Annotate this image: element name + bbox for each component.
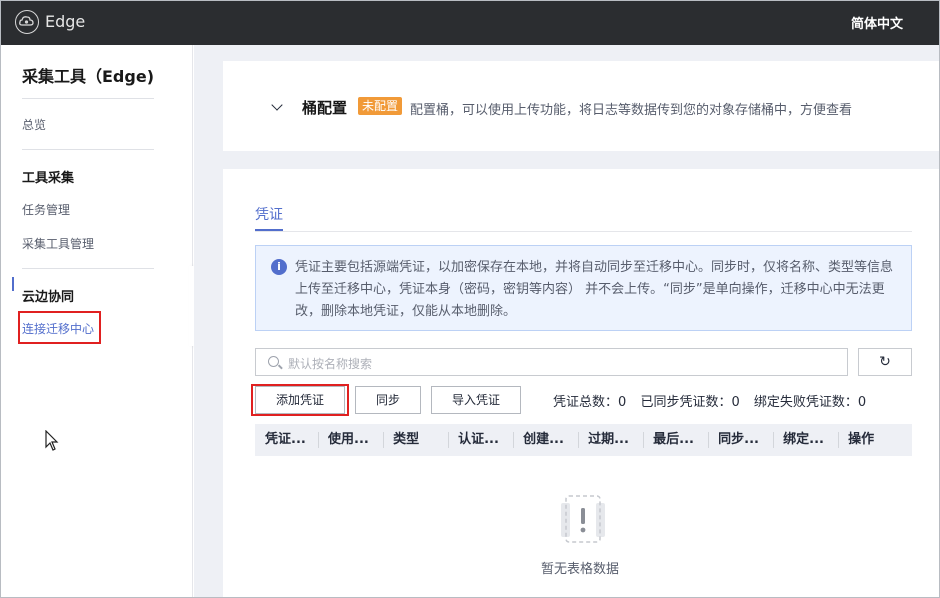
bucket-config-title[interactable]: 桶配置 xyxy=(302,97,347,118)
column-header[interactable]: 使用... xyxy=(318,424,383,456)
refresh-button[interactable]: ↻ xyxy=(858,348,912,376)
active-indicator xyxy=(12,277,14,291)
column-header[interactable]: 凭证... xyxy=(255,424,318,456)
sidebar-divider xyxy=(22,268,154,269)
column-header: 操作 xyxy=(838,424,912,456)
refresh-icon: ↻ xyxy=(879,354,891,370)
column-header[interactable]: 同步... xyxy=(708,424,773,456)
sync-button[interactable]: 同步 xyxy=(355,386,421,414)
language-switcher[interactable]: 简体中文 xyxy=(851,13,903,32)
status-badge: 未配置 xyxy=(358,97,403,115)
empty-state-text: 暂无表格数据 xyxy=(541,562,620,577)
app-window: Edge 简体中文 采集工具（Edge) 总览 工具采集 任务管理 采集工具管理… xyxy=(0,0,940,598)
search-input[interactable]: 默认按名称搜索 xyxy=(255,348,848,376)
tab-divider xyxy=(255,231,912,232)
info-text: 凭证主要包括源端凭证，以加密保存在本地，并将自动同步至迁移中心。同步时，仅将名称… xyxy=(295,260,894,319)
column-header[interactable]: 绑定... xyxy=(773,424,838,456)
highlight-box xyxy=(251,384,349,416)
search-icon xyxy=(268,356,279,367)
column-header[interactable]: 过期... xyxy=(578,424,643,456)
sidebar-divider xyxy=(22,98,154,99)
edge-logo-icon xyxy=(15,10,39,34)
bucket-config-description: 配置桶，可以使用上传功能，将日志等数据传到您的对象存储桶中，方便查看 xyxy=(410,103,853,118)
top-bar: Edge 简体中文 xyxy=(1,1,939,45)
credential-stats: 凭证总数：0 已同步凭证数：0 绑定失败凭证数：0 xyxy=(553,391,866,410)
tab-credentials[interactable]: 凭证 xyxy=(255,204,283,224)
info-icon: i xyxy=(271,259,287,275)
highlight-box xyxy=(18,311,101,344)
import-credential-button[interactable]: 导入凭证 xyxy=(431,386,521,414)
sidebar-title: 采集工具（Edge) xyxy=(22,67,155,86)
column-header[interactable]: 最后... xyxy=(643,424,708,456)
failed-label: 绑定失败凭证数： xyxy=(753,395,858,410)
sidebar-group-cloud-edge: 云边协同 xyxy=(22,290,75,305)
synced-count: 0 xyxy=(731,395,740,410)
table-header: 凭证... 使用... 类型 认证... 创建... 过期... 最后... 同… xyxy=(255,424,912,456)
empty-data-icon xyxy=(561,495,605,543)
tab-active-indicator xyxy=(255,229,283,231)
failed-count: 0 xyxy=(857,395,867,410)
search-placeholder: 默认按名称搜索 xyxy=(288,357,373,371)
column-header[interactable]: 创建... xyxy=(513,424,578,456)
sidebar-item-collector-management[interactable]: 采集工具管理 xyxy=(22,235,94,252)
total-count: 0 xyxy=(618,395,627,410)
total-label: 凭证总数： xyxy=(553,395,619,410)
column-header[interactable]: 认证... xyxy=(448,424,513,456)
mouse-cursor-icon xyxy=(45,430,59,451)
synced-label: 已同步凭证数： xyxy=(640,395,732,410)
sidebar-item-overview[interactable]: 总览 xyxy=(22,116,46,133)
sidebar-item-task-management[interactable]: 任务管理 xyxy=(22,201,70,218)
sidebar-group-tool-collection: 工具采集 xyxy=(22,171,75,186)
sidebar-divider xyxy=(22,149,154,150)
brand-label: Edge xyxy=(45,12,86,31)
column-header[interactable]: 类型 xyxy=(383,424,448,456)
